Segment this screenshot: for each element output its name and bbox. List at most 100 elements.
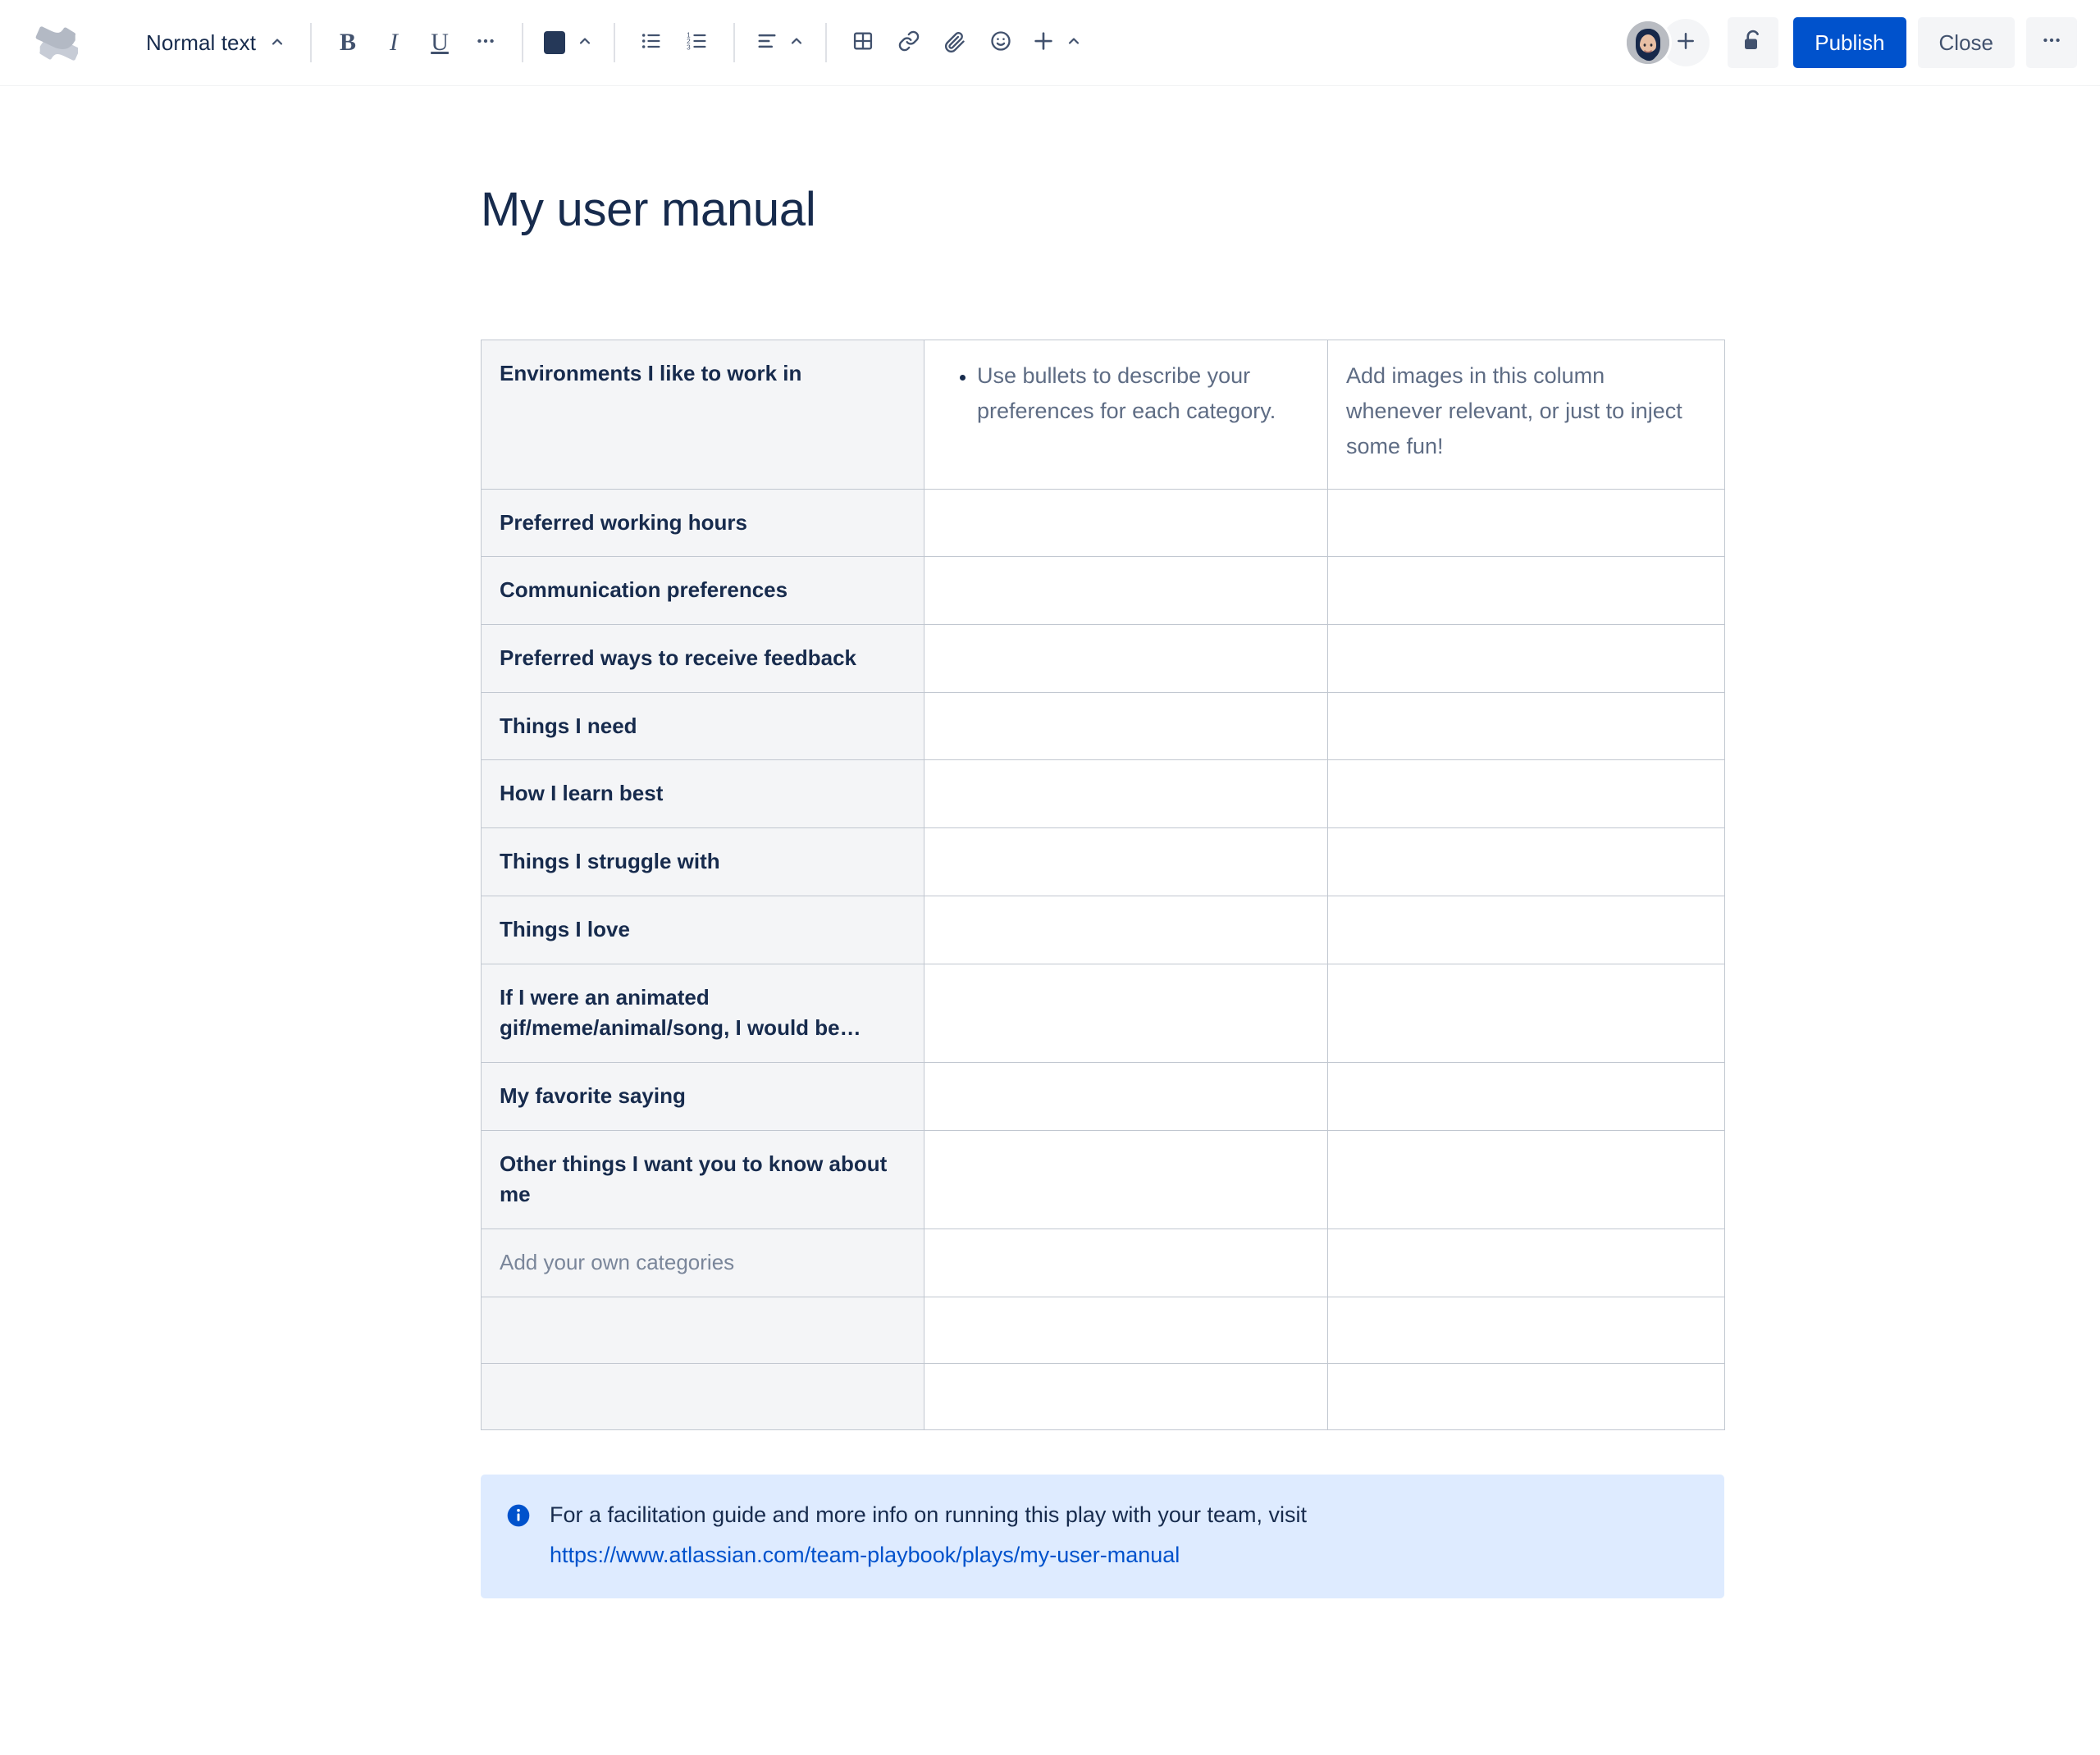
page-title[interactable]: My user manual bbox=[481, 183, 1724, 238]
table-cell-media[interactable] bbox=[1327, 895, 1725, 964]
table-cell-media[interactable] bbox=[1327, 556, 1725, 626]
text-alignment-button[interactable] bbox=[748, 20, 812, 66]
table-cell-label[interactable]: Communication preferences bbox=[481, 556, 924, 626]
italic-label: I bbox=[390, 29, 399, 56]
table-cell-label[interactable] bbox=[481, 1362, 924, 1430]
text-color-button[interactable] bbox=[536, 20, 600, 66]
table-cell-body[interactable] bbox=[924, 1129, 1328, 1229]
table-cell-media[interactable] bbox=[1327, 624, 1725, 693]
toolbar-divider bbox=[310, 23, 313, 62]
table-cell-media[interactable] bbox=[1327, 759, 1725, 829]
paperclip-icon bbox=[943, 30, 966, 57]
publish-button[interactable]: Publish bbox=[1793, 17, 1906, 68]
table-cell-media[interactable] bbox=[1327, 691, 1725, 761]
table-cell-media[interactable] bbox=[1327, 1061, 1725, 1131]
italic-button[interactable]: I bbox=[371, 20, 417, 66]
table-row[interactable] bbox=[481, 1296, 1725, 1364]
table-row[interactable]: Things I struggle with bbox=[481, 827, 1725, 896]
svg-text:3: 3 bbox=[687, 43, 691, 51]
table-cell-body[interactable] bbox=[924, 1061, 1328, 1131]
table-cell-label[interactable] bbox=[481, 1296, 924, 1364]
table-cell-media[interactable] bbox=[1327, 827, 1725, 896]
table-cell-label[interactable]: If I were an animated gif/meme/animal/so… bbox=[481, 963, 924, 1063]
insert-emoji-button[interactable] bbox=[978, 20, 1024, 66]
table-cell-label[interactable]: My favorite saying bbox=[481, 1061, 924, 1131]
insert-attachment-button[interactable] bbox=[932, 20, 978, 66]
table-row[interactable]: Communication preferences bbox=[481, 556, 1725, 626]
bold-label: B bbox=[340, 29, 357, 56]
more-formatting-button[interactable] bbox=[463, 20, 509, 66]
table-cell-label[interactable]: Environments I like to work in bbox=[481, 339, 924, 490]
table-cell-media[interactable] bbox=[1327, 1129, 1725, 1229]
list-group: 123 bbox=[628, 20, 720, 66]
info-panel-body: For a facilitation guide and more info o… bbox=[550, 1497, 1700, 1574]
table-cell-label-placeholder[interactable]: Add your own categories bbox=[481, 1228, 924, 1297]
table-row[interactable]: My favorite saying bbox=[481, 1061, 1725, 1131]
text-style-label: Normal text bbox=[146, 30, 257, 55]
table-cell-body[interactable] bbox=[924, 691, 1328, 761]
table-cell-body[interactable]: Use bullets to describe your preferences… bbox=[924, 339, 1328, 490]
table-cell-body[interactable] bbox=[924, 556, 1328, 626]
info-panel-link[interactable]: https://www.atlassian.com/team-playbook/… bbox=[550, 1538, 1180, 1574]
table-cell-body[interactable] bbox=[924, 1228, 1328, 1297]
table-cell-media[interactable] bbox=[1327, 488, 1725, 558]
table-cell-body[interactable] bbox=[924, 624, 1328, 693]
confluence-logo-icon[interactable] bbox=[33, 19, 80, 66]
table-cell-body[interactable] bbox=[924, 827, 1328, 896]
underline-button[interactable]: U bbox=[417, 20, 463, 66]
table-row[interactable]: Preferred working hours bbox=[481, 488, 1725, 558]
table-cell-label[interactable]: Preferred ways to receive feedback bbox=[481, 624, 924, 693]
avatar[interactable] bbox=[1624, 19, 1673, 66]
info-circle-icon bbox=[505, 1502, 532, 1533]
table-cell-media[interactable] bbox=[1327, 1362, 1725, 1430]
table-row[interactable]: Things I need bbox=[481, 691, 1725, 761]
insert-table-button[interactable] bbox=[840, 20, 886, 66]
bullet-list-icon bbox=[640, 30, 663, 57]
bullet-list-button[interactable] bbox=[628, 20, 674, 66]
table-cell-media[interactable] bbox=[1327, 1228, 1725, 1297]
collaborators bbox=[1624, 19, 1710, 66]
table-cell-label[interactable]: Things I love bbox=[481, 895, 924, 964]
list-item: Use bullets to describe your preferences… bbox=[977, 358, 1308, 429]
table-cell-media[interactable] bbox=[1327, 1296, 1725, 1364]
table-cell-label[interactable]: Things I struggle with bbox=[481, 827, 924, 896]
chevron-up-icon bbox=[269, 30, 285, 56]
toolbar-divider bbox=[825, 23, 828, 62]
table-row[interactable]: Things I love bbox=[481, 895, 1725, 964]
table-row[interactable]: If I were an animated gif/meme/animal/so… bbox=[481, 963, 1725, 1063]
link-icon bbox=[897, 30, 920, 57]
table-cell-body[interactable] bbox=[924, 895, 1328, 964]
bold-button[interactable]: B bbox=[325, 20, 371, 66]
table-row[interactable]: How I learn best bbox=[481, 759, 1725, 829]
insert-link-button[interactable] bbox=[886, 20, 932, 66]
table-cell-label[interactable]: Preferred working hours bbox=[481, 488, 924, 558]
table-row[interactable]: Preferred ways to receive feedback bbox=[481, 624, 1725, 693]
toolbar-divider bbox=[522, 23, 524, 62]
page-restrictions-button[interactable] bbox=[1728, 17, 1779, 68]
table-row[interactable]: Add your own categories bbox=[481, 1228, 1725, 1297]
table-cell-label[interactable]: Other things I want you to know about me bbox=[481, 1129, 924, 1229]
table-row[interactable]: Other things I want you to know about me bbox=[481, 1129, 1725, 1229]
insert-more-button[interactable] bbox=[1024, 20, 1089, 66]
user-manual-table[interactable]: Environments I like to work in Use bulle… bbox=[481, 339, 1725, 1430]
more-actions-button[interactable] bbox=[2026, 17, 2077, 68]
table-cell-media[interactable]: Add images in this column whenever relev… bbox=[1327, 339, 1725, 490]
editor-toolbar: Normal text B I U 1 2 3 Publish Close bbox=[0, 0, 2100, 86]
text-style-dropdown[interactable]: Normal text bbox=[135, 20, 297, 66]
close-button[interactable]: Close bbox=[1917, 17, 2015, 68]
table-cell-body[interactable] bbox=[924, 488, 1328, 558]
table-cell-body[interactable] bbox=[924, 1362, 1328, 1430]
table-cell-body[interactable] bbox=[924, 963, 1328, 1063]
table-cell-label[interactable]: Things I need bbox=[481, 691, 924, 761]
table-cell-label[interactable]: How I learn best bbox=[481, 759, 924, 829]
table-row[interactable] bbox=[481, 1362, 1725, 1430]
numbered-list-button[interactable]: 123 bbox=[674, 20, 720, 66]
plus-icon bbox=[1031, 29, 1056, 57]
table-cell-media[interactable] bbox=[1327, 963, 1725, 1063]
table-cell-body[interactable] bbox=[924, 1296, 1328, 1364]
table-cell-body[interactable] bbox=[924, 759, 1328, 829]
table-row[interactable]: Environments I like to work in Use bulle… bbox=[481, 339, 1725, 490]
underline-label: U bbox=[431, 29, 449, 56]
chevron-up-icon bbox=[1066, 33, 1082, 53]
chevron-up-icon bbox=[788, 33, 805, 53]
